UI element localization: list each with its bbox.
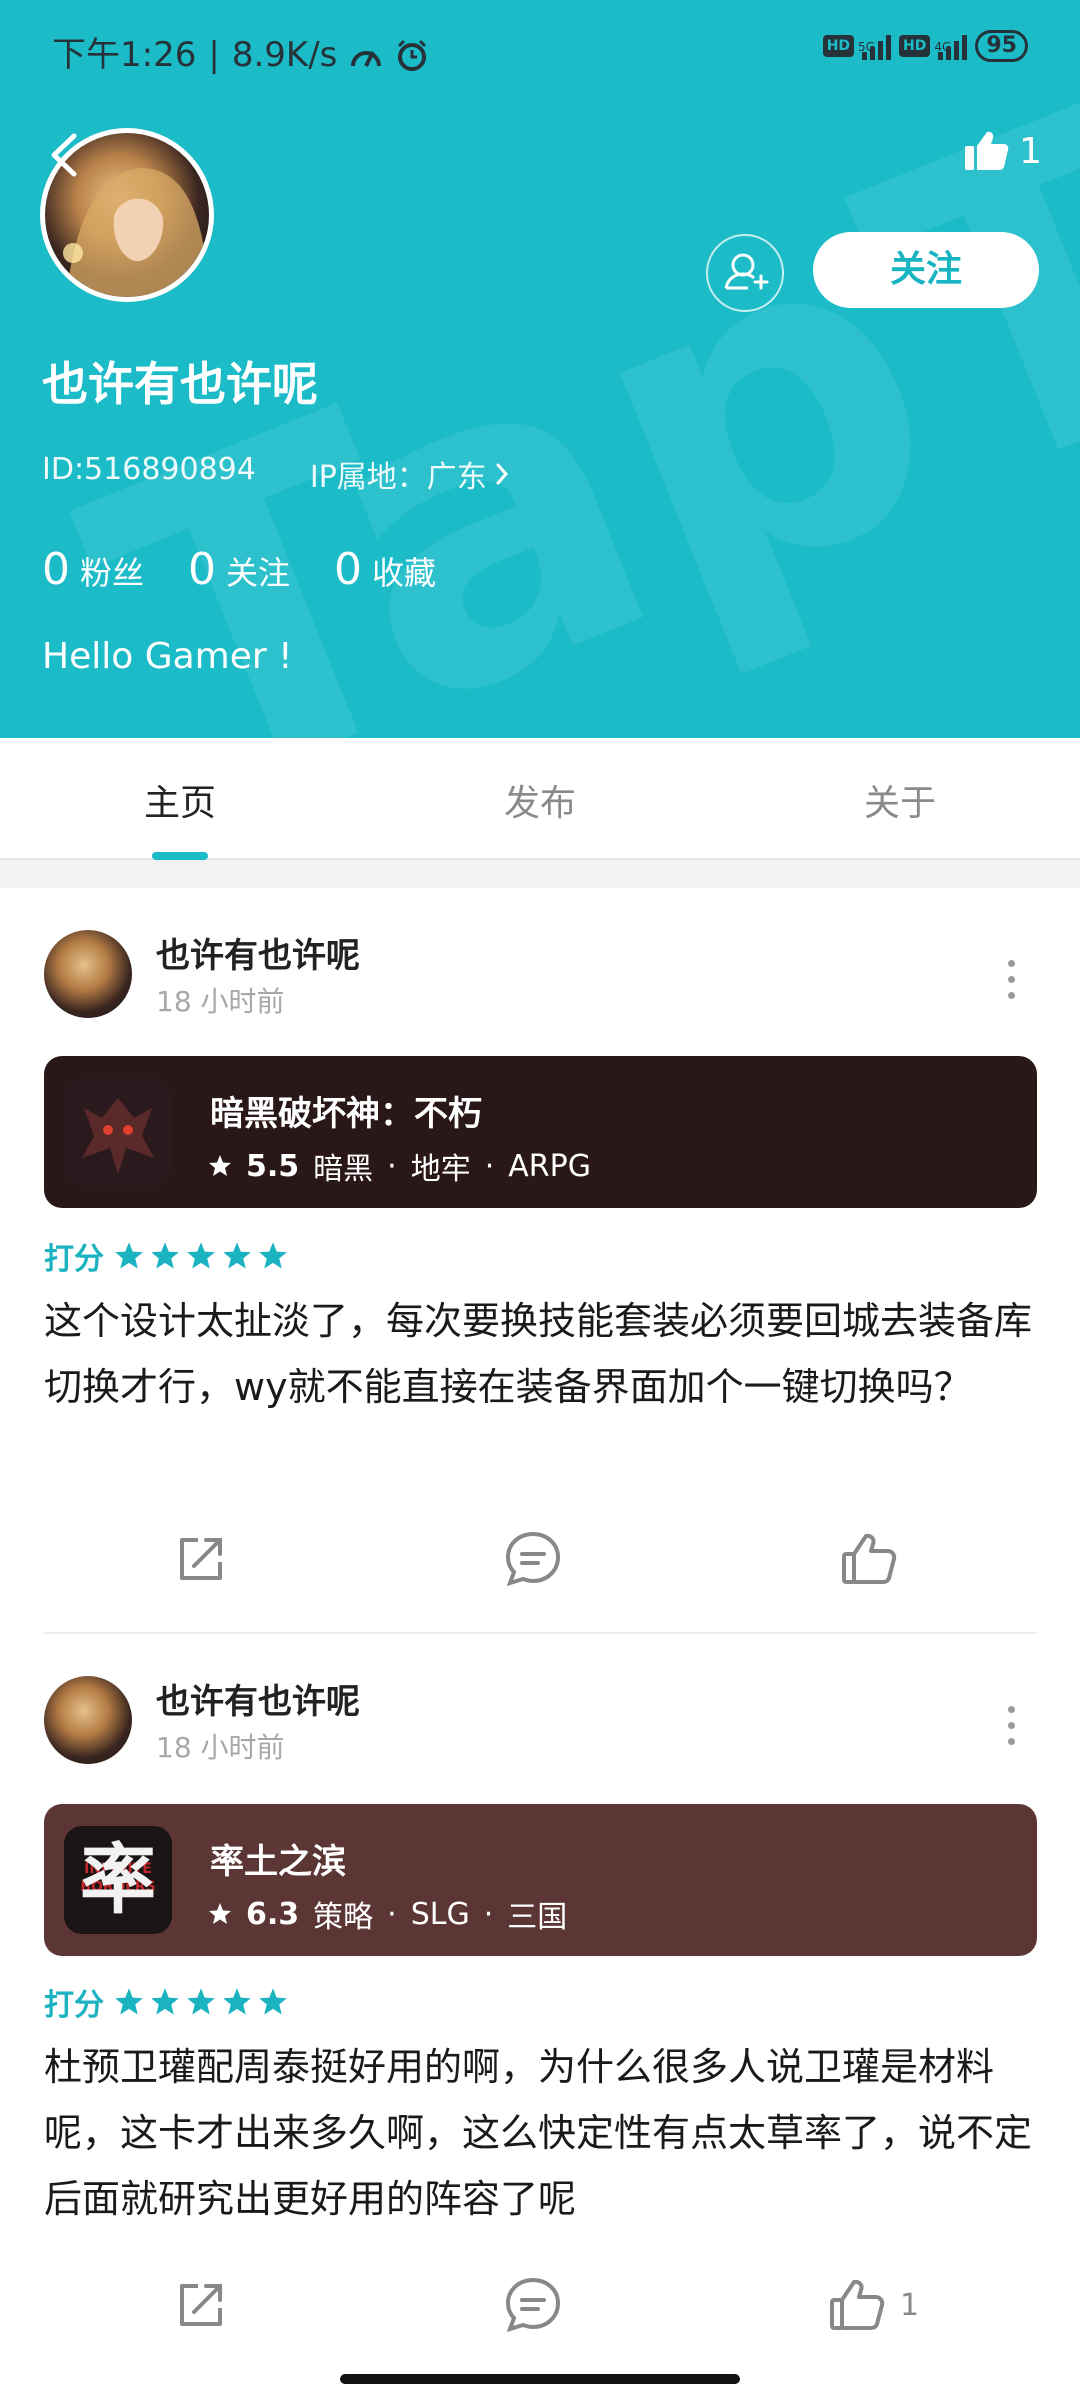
star-icon: [115, 1988, 143, 2015]
star-icon: [115, 1242, 143, 1269]
tab-home[interactable]: 主页: [0, 774, 360, 826]
profile-username: 也许有也许呢: [42, 357, 318, 411]
star-icon: [259, 1988, 287, 2015]
tab-active-indicator: [152, 852, 208, 860]
star-icon: [151, 1988, 179, 2015]
share-icon: [180, 2284, 222, 2326]
rating-row: 打分: [44, 1234, 288, 1278]
signal-5g-icon: 5G: [858, 32, 892, 60]
game-name: 率土之滨: [210, 1842, 346, 1882]
profile-header: TapTap 下午1:26 | 8.9K/s HD 5G HD 4G 95 1 …: [0, 0, 1080, 738]
star-icon: [187, 1988, 215, 2015]
share-button[interactable]: [172, 2276, 230, 2334]
rating-label: 打分: [44, 1242, 104, 1277]
ip-location[interactable]: IP属地：广东: [310, 452, 509, 496]
game-tag: 暗黑: [313, 1152, 374, 1187]
rating-stars: [114, 1987, 288, 2017]
status-speed: 8.9K/s: [231, 35, 338, 75]
rating-label: 打分: [44, 1988, 104, 2023]
game-tag: ARPG: [508, 1148, 591, 1184]
game-tag: SLG: [410, 1896, 470, 1932]
comment-icon: [505, 2277, 561, 2333]
post-actions: 1: [0, 2276, 1080, 2336]
signal-4g-icon: 4G: [934, 32, 968, 60]
add-user-icon: [724, 253, 769, 290]
signal-arc-icon: [351, 51, 382, 67]
star-icon: [223, 1988, 251, 2015]
star-icon: [209, 1155, 231, 1176]
hd-badge: HD: [822, 35, 855, 57]
thumbs-up-filled-icon: [965, 131, 1009, 170]
stat-favorites[interactable]: 0 收藏: [334, 544, 436, 595]
game-card[interactable]: INFINITE BORDERS 率 率土之滨 6.3 策略 · SLG · 三…: [44, 1804, 1037, 1956]
diablo-demon-icon: [64, 1078, 172, 1186]
game-score: 6.3: [246, 1896, 300, 1932]
post-time: 18 小时前: [156, 1731, 285, 1764]
tab-about[interactable]: 关于: [720, 774, 1080, 826]
post-actions: [0, 1530, 1080, 1590]
star-icon: [223, 1242, 251, 1269]
post-author[interactable]: 也许有也许呢: [156, 1674, 360, 1723]
rating-stars: [114, 1241, 288, 1271]
game-tag: 三国: [507, 1900, 568, 1935]
like-button[interactable]: 1: [828, 2276, 919, 2334]
stat-following[interactable]: 0 关注: [188, 544, 290, 595]
more-options-icon[interactable]: [1008, 960, 1016, 1008]
section-gap: [0, 860, 1080, 888]
profile-id: ID:516890894: [42, 452, 256, 487]
status-time: 下午1:26: [52, 35, 197, 75]
post-author[interactable]: 也许有也许呢: [156, 928, 360, 977]
game-card[interactable]: 暗黑破坏神：不朽 5.5 暗黑 · 地牢 · ARPG: [44, 1056, 1037, 1208]
stat-fans[interactable]: 0 粉丝: [42, 544, 144, 595]
profile-stats: 0 粉丝 0 关注 0 收藏: [42, 544, 436, 595]
avatar[interactable]: [44, 1676, 132, 1764]
status-bar: 下午1:26 | 8.9K/s HD 5G HD 4G 95: [52, 30, 1028, 80]
avatar[interactable]: [44, 930, 132, 1018]
share-icon: [180, 1538, 222, 1580]
rating-row: 打分: [44, 1980, 288, 2024]
game-icon-char: 率: [80, 1835, 156, 1924]
share-button[interactable]: [172, 1530, 230, 1588]
comment-button[interactable]: [504, 2276, 562, 2334]
game-meta: 6.3 策略 · SLG · 三国: [208, 1892, 567, 1936]
chevron-right-icon: [496, 463, 508, 485]
home-indicator[interactable]: [340, 2374, 740, 2384]
comment-icon: [505, 1531, 561, 1587]
profile-bio: Hello Gamer !: [42, 636, 293, 677]
alarm-icon: [398, 39, 427, 71]
like-button[interactable]: [840, 1530, 912, 1588]
thumbs-up-icon: [842, 1533, 897, 1584]
post-content[interactable]: 这个设计太扯淡了，每次要换技能套装必须要回城去装备库切换才行，wy就不能直接在装…: [44, 1288, 1034, 1420]
game-score: 5.5: [246, 1148, 300, 1184]
star-icon: [259, 1242, 287, 1269]
like-count: 1: [900, 2287, 920, 2323]
star-icon: [209, 1903, 231, 1924]
game-name: 暗黑破坏神：不朽: [210, 1094, 482, 1134]
profile-like[interactable]: 1: [963, 130, 1042, 172]
profile-like-count: 1: [1019, 130, 1042, 172]
tab-posts[interactable]: 发布: [360, 774, 720, 826]
game-tag: 地牢: [410, 1152, 471, 1187]
star-icon: [151, 1242, 179, 1269]
battery-icon: 95: [975, 30, 1028, 62]
back-arrow-icon[interactable]: [44, 130, 84, 180]
hd-badge-2: HD: [899, 35, 931, 57]
follow-button[interactable]: 关注: [813, 232, 1039, 308]
post-content[interactable]: 杜预卫瓘配周泰挺好用的啊，为什么很多人说卫瓘是材料呢，这卡才出来多久啊，这么快定…: [44, 2034, 1034, 2232]
post-time: 18 小时前: [156, 985, 285, 1018]
shuai-character-icon: INFINITE BORDERS 率: [64, 1826, 172, 1934]
add-friend-button[interactable]: [706, 234, 784, 312]
thumbs-up-icon: [830, 2279, 885, 2330]
game-tag: 策略: [313, 1900, 374, 1935]
profile-ids: ID:516890894 IP属地：广东: [42, 452, 509, 496]
more-options-icon[interactable]: [1008, 1706, 1016, 1754]
star-icon: [187, 1242, 215, 1269]
profile-tabs: 主页 发布 关于: [0, 738, 1080, 860]
comment-button[interactable]: [504, 1530, 562, 1588]
post-divider: [44, 1632, 1037, 1634]
game-meta: 5.5 暗黑 · 地牢 · ARPG: [208, 1144, 591, 1188]
